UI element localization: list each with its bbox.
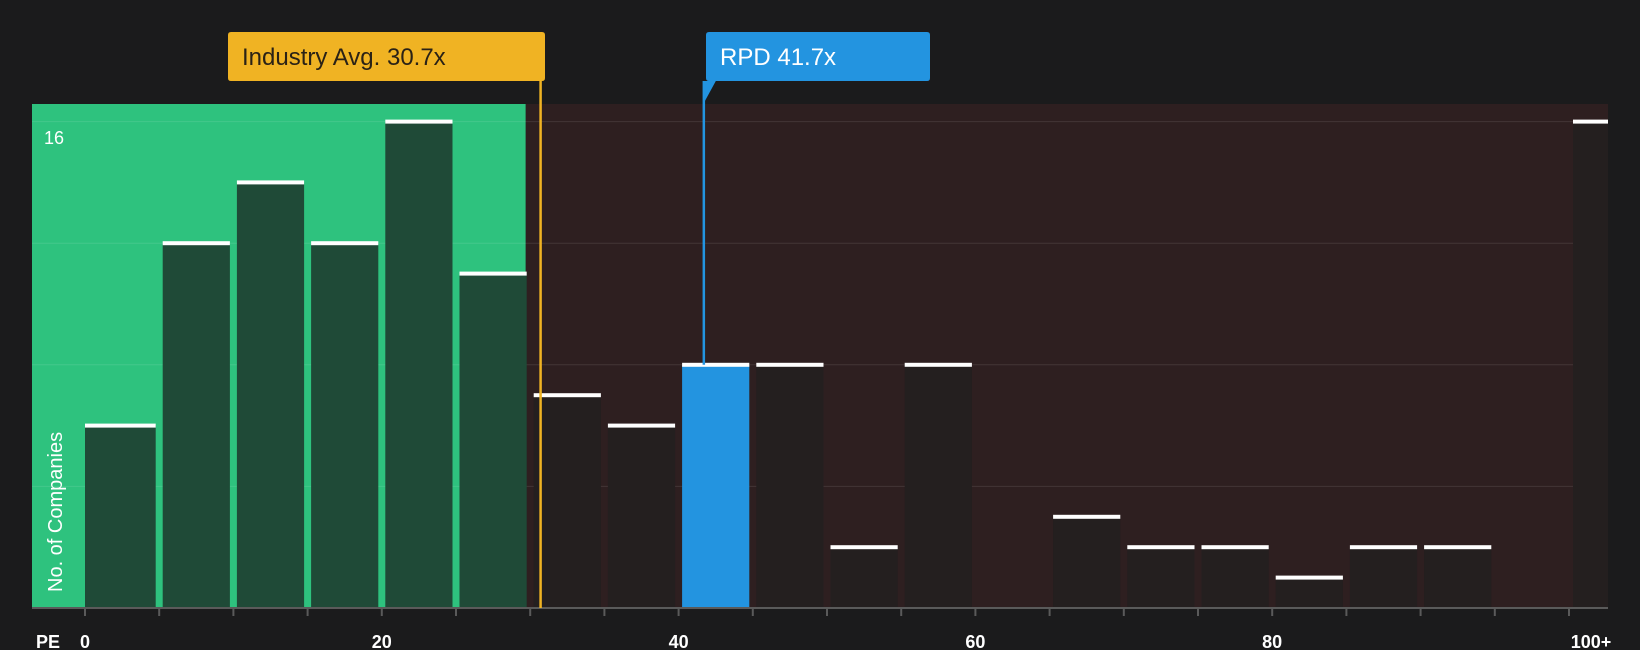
histogram-bar-cap: [1201, 545, 1269, 550]
histogram-bar: [385, 121, 453, 608]
histogram-bar-cap: [1573, 119, 1608, 124]
y-axis-title: No. of Companies: [45, 432, 67, 592]
industry-avg-label: Industry Avg. 30.7x: [242, 44, 446, 71]
histogram-bar-cap: [85, 423, 156, 428]
histogram-bar-cap: [311, 241, 379, 246]
histogram-bar-cap: [682, 362, 750, 367]
x-tick-label: 40: [669, 632, 689, 650]
histogram-bar-cap: [1424, 545, 1492, 550]
x-axis-title: PE: [36, 632, 60, 650]
histogram-bar: [682, 364, 750, 608]
histogram-bar: [1424, 547, 1492, 608]
x-axis: 0 20 40 60 80 100+: [32, 607, 1612, 650]
histogram-bar: [533, 395, 601, 608]
histogram-bar-cap: [607, 423, 676, 428]
histogram-bar-cap: [1275, 575, 1343, 580]
x-tick-label: 80: [1262, 632, 1282, 650]
histogram-bar: [236, 182, 305, 608]
histogram-bar: [311, 243, 379, 608]
histogram-bar: [1053, 516, 1121, 608]
y-tick-label: 16: [44, 128, 64, 148]
histogram-bar-cap: [1349, 545, 1418, 550]
x-tick-label: 20: [372, 632, 392, 650]
histogram-bar-cap: [385, 119, 453, 124]
company-label: RPD 41.7x: [720, 44, 836, 71]
histogram-bar: [1275, 577, 1343, 608]
histogram-bar-cap: [1127, 545, 1195, 550]
histogram-bar-cap: [533, 393, 601, 398]
histogram-bar: [904, 364, 972, 608]
histogram-bar-cap: [236, 180, 305, 185]
histogram-bar-cap: [1053, 514, 1121, 519]
histogram-bar-cap: [756, 362, 824, 367]
histogram-bar-cap: [830, 545, 898, 550]
histogram-bar-cap: [459, 271, 527, 276]
histogram-bar: [85, 425, 156, 608]
x-tick-label: 60: [965, 632, 985, 650]
x-tick-label: 100+: [1571, 632, 1612, 650]
histogram-bar-cap: [904, 362, 972, 367]
histogram-bar: [459, 273, 527, 608]
pe-distribution-chart: 0 20 40 60 80 100+ PE No. of Companies 16 Ind…: [32, 32, 1612, 650]
histogram-bar: [1201, 547, 1269, 608]
histogram-bar: [162, 243, 230, 608]
histogram-bar: [607, 425, 676, 608]
histogram-bar: [1349, 547, 1418, 608]
histogram-bar: [830, 547, 898, 608]
x-tick-label: 0: [80, 632, 90, 650]
histogram-bar-cap: [162, 241, 230, 246]
histogram-bar: [1127, 547, 1195, 608]
histogram-bar: [1573, 121, 1608, 608]
histogram-bar: [756, 364, 824, 608]
